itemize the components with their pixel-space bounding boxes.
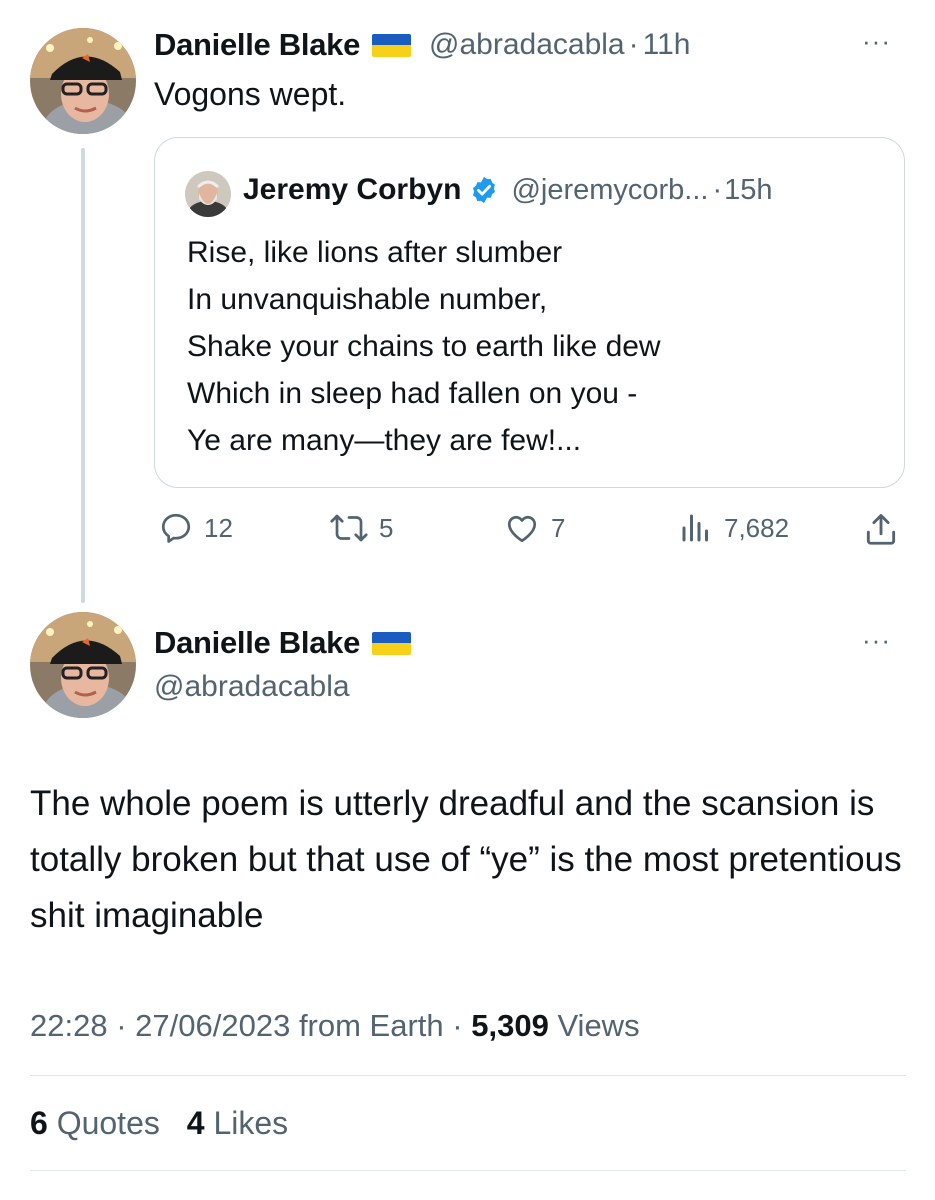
main-tweet-text: The whole poem is utterly dreadful and t… xyxy=(30,784,902,935)
quoted-tweet-time[interactable]: 15h xyxy=(724,174,772,207)
thread-connector-line xyxy=(81,148,85,603)
ukraine-flag-icon xyxy=(372,33,412,57)
author-handle[interactable]: @abradacabla xyxy=(429,28,625,62)
quotes-link[interactable]: 6 Quotes xyxy=(30,1105,169,1141)
reply-icon xyxy=(161,513,191,543)
author-name[interactable]: Danielle Blake xyxy=(154,27,360,63)
like-button[interactable]: 7 xyxy=(503,510,565,546)
poem-line-5: Ye are many—they are few!... xyxy=(187,424,582,457)
quoted-separator-dot: · xyxy=(712,173,723,206)
like-count: 7 xyxy=(551,512,566,543)
avatar-danielle[interactable] xyxy=(30,28,136,134)
retweet-count: 5 xyxy=(379,512,394,543)
main-author-handle[interactable]: @abradacabla xyxy=(154,670,350,704)
meta-separator-1: · xyxy=(116,1008,127,1043)
divider-bottom xyxy=(30,1170,906,1171)
tweet-metadata: 22:28 · 27/06/2023 from Earth · 5,309 Vi… xyxy=(30,1008,640,1044)
share-button[interactable] xyxy=(862,510,910,548)
like-icon xyxy=(507,515,537,543)
views-count: 7,682 xyxy=(724,512,790,543)
quoted-author-name[interactable]: Jeremy Corbyn xyxy=(243,173,461,207)
engagement-stats: 6 Quotes 4 Likes xyxy=(30,1105,288,1142)
likes-label: Likes xyxy=(213,1105,289,1141)
poem-line-2: In unvanquishable number, xyxy=(187,283,548,316)
quoted-header: Jeremy Corbyn @jeremycorb... · 15h xyxy=(243,173,773,207)
quoted-author-handle[interactable]: @jeremycorb... xyxy=(511,174,708,207)
quoted-tweet-card[interactable]: Jeremy Corbyn @jeremycorb... · 15h Rise,… xyxy=(154,137,905,488)
tweet1-header: Danielle Blake @abradacabla · 11h xyxy=(154,27,690,63)
reply-count: 12 xyxy=(204,512,233,543)
likes-link[interactable]: 4 Likes xyxy=(187,1105,288,1141)
tweet2-header: Danielle Blake xyxy=(154,625,412,661)
meta-separator-2: · xyxy=(452,1008,463,1043)
tweet1-text: Vogons wept. xyxy=(154,76,347,112)
ukraine-flag-icon xyxy=(372,631,412,655)
share-icon xyxy=(866,514,896,545)
likes-count: 4 xyxy=(186,1105,205,1141)
poem-line-4: Which in sleep had fallen on you - xyxy=(187,377,638,410)
views-label: Views xyxy=(557,1008,640,1043)
verified-badge-icon xyxy=(469,175,499,205)
separator-dot: · xyxy=(628,28,639,61)
more-options-button-main[interactable]: ··· xyxy=(862,625,891,656)
quoted-text: Rise, like lions after slumber In unvanq… xyxy=(187,229,661,464)
views-icon xyxy=(682,514,708,542)
views-total: 5,309 xyxy=(471,1008,549,1043)
quotes-count: 6 xyxy=(30,1105,48,1141)
divider-top xyxy=(30,1075,906,1076)
reply-button[interactable]: 12 xyxy=(158,510,233,546)
poem-line-1: Rise, like lions after slumber xyxy=(187,236,563,269)
tweet-date[interactable]: 27/06/2023 xyxy=(135,1008,290,1043)
main-author-name[interactable]: Danielle Blake xyxy=(154,625,360,661)
more-options-button[interactable]: ··· xyxy=(862,26,891,57)
retweet-icon xyxy=(330,514,368,542)
tweet-timestamp[interactable]: 22:28 xyxy=(30,1008,108,1043)
tweet-time[interactable]: 11h xyxy=(643,28,691,62)
tweet-source: from Earth xyxy=(298,1008,444,1043)
views-button[interactable]: 7,682 xyxy=(678,510,789,546)
poem-line-3: Shake your chains to earth like dew xyxy=(187,330,661,363)
quoted-avatar-jeremy[interactable] xyxy=(185,171,231,217)
avatar-danielle-main[interactable] xyxy=(30,612,136,718)
retweet-button[interactable]: 5 xyxy=(329,510,393,546)
quotes-label: Quotes xyxy=(56,1105,160,1141)
